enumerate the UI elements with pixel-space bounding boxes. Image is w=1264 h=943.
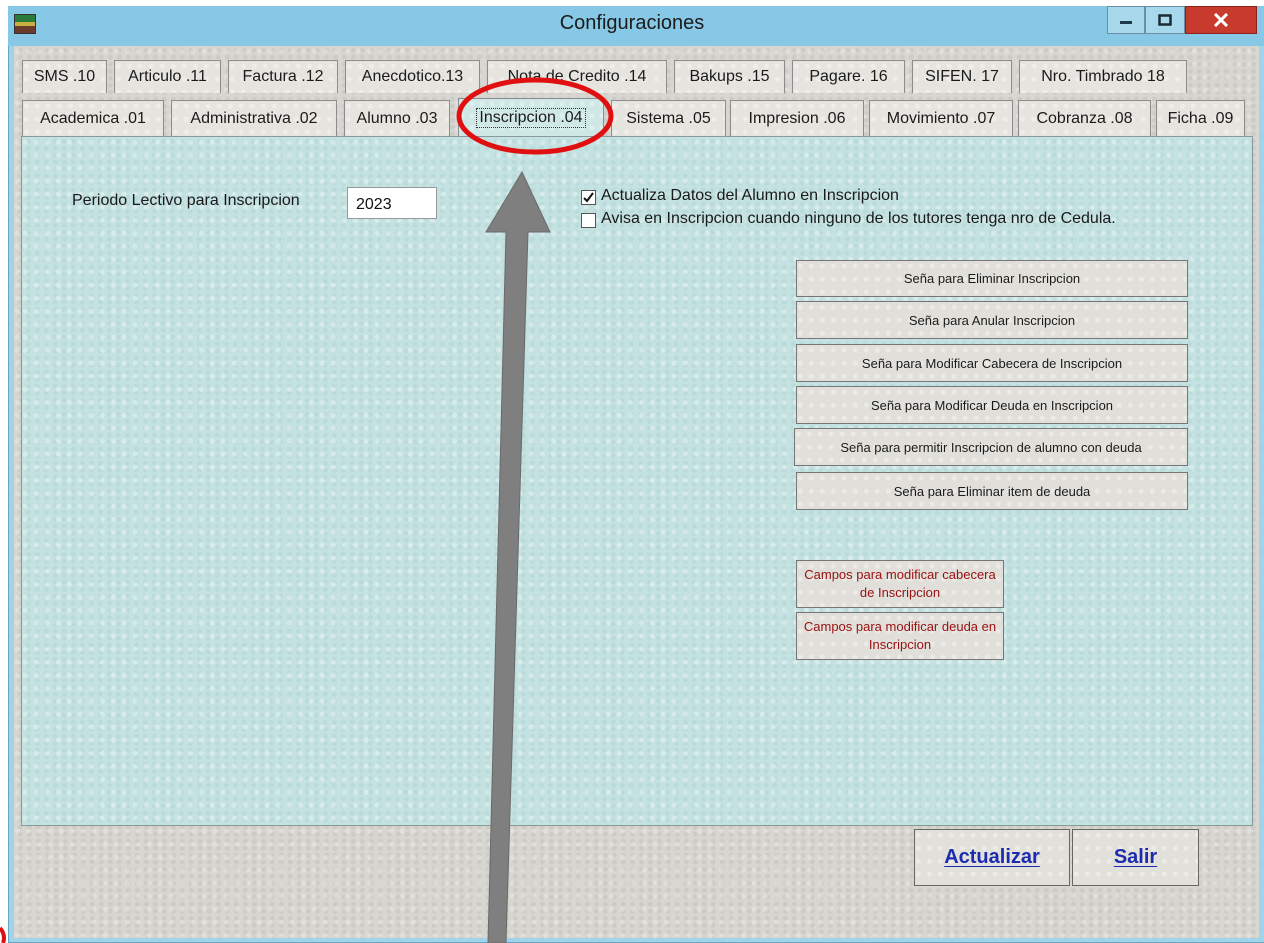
annotation-overlay	[0, 77, 614, 943]
highlight-ellipse	[456, 77, 614, 155]
annotation-mark	[0, 926, 6, 943]
configuraciones-window: Configuraciones SMS .10 Articulo .11 Fac…	[0, 0, 1264, 943]
pointer-arrow-icon	[485, 170, 551, 943]
